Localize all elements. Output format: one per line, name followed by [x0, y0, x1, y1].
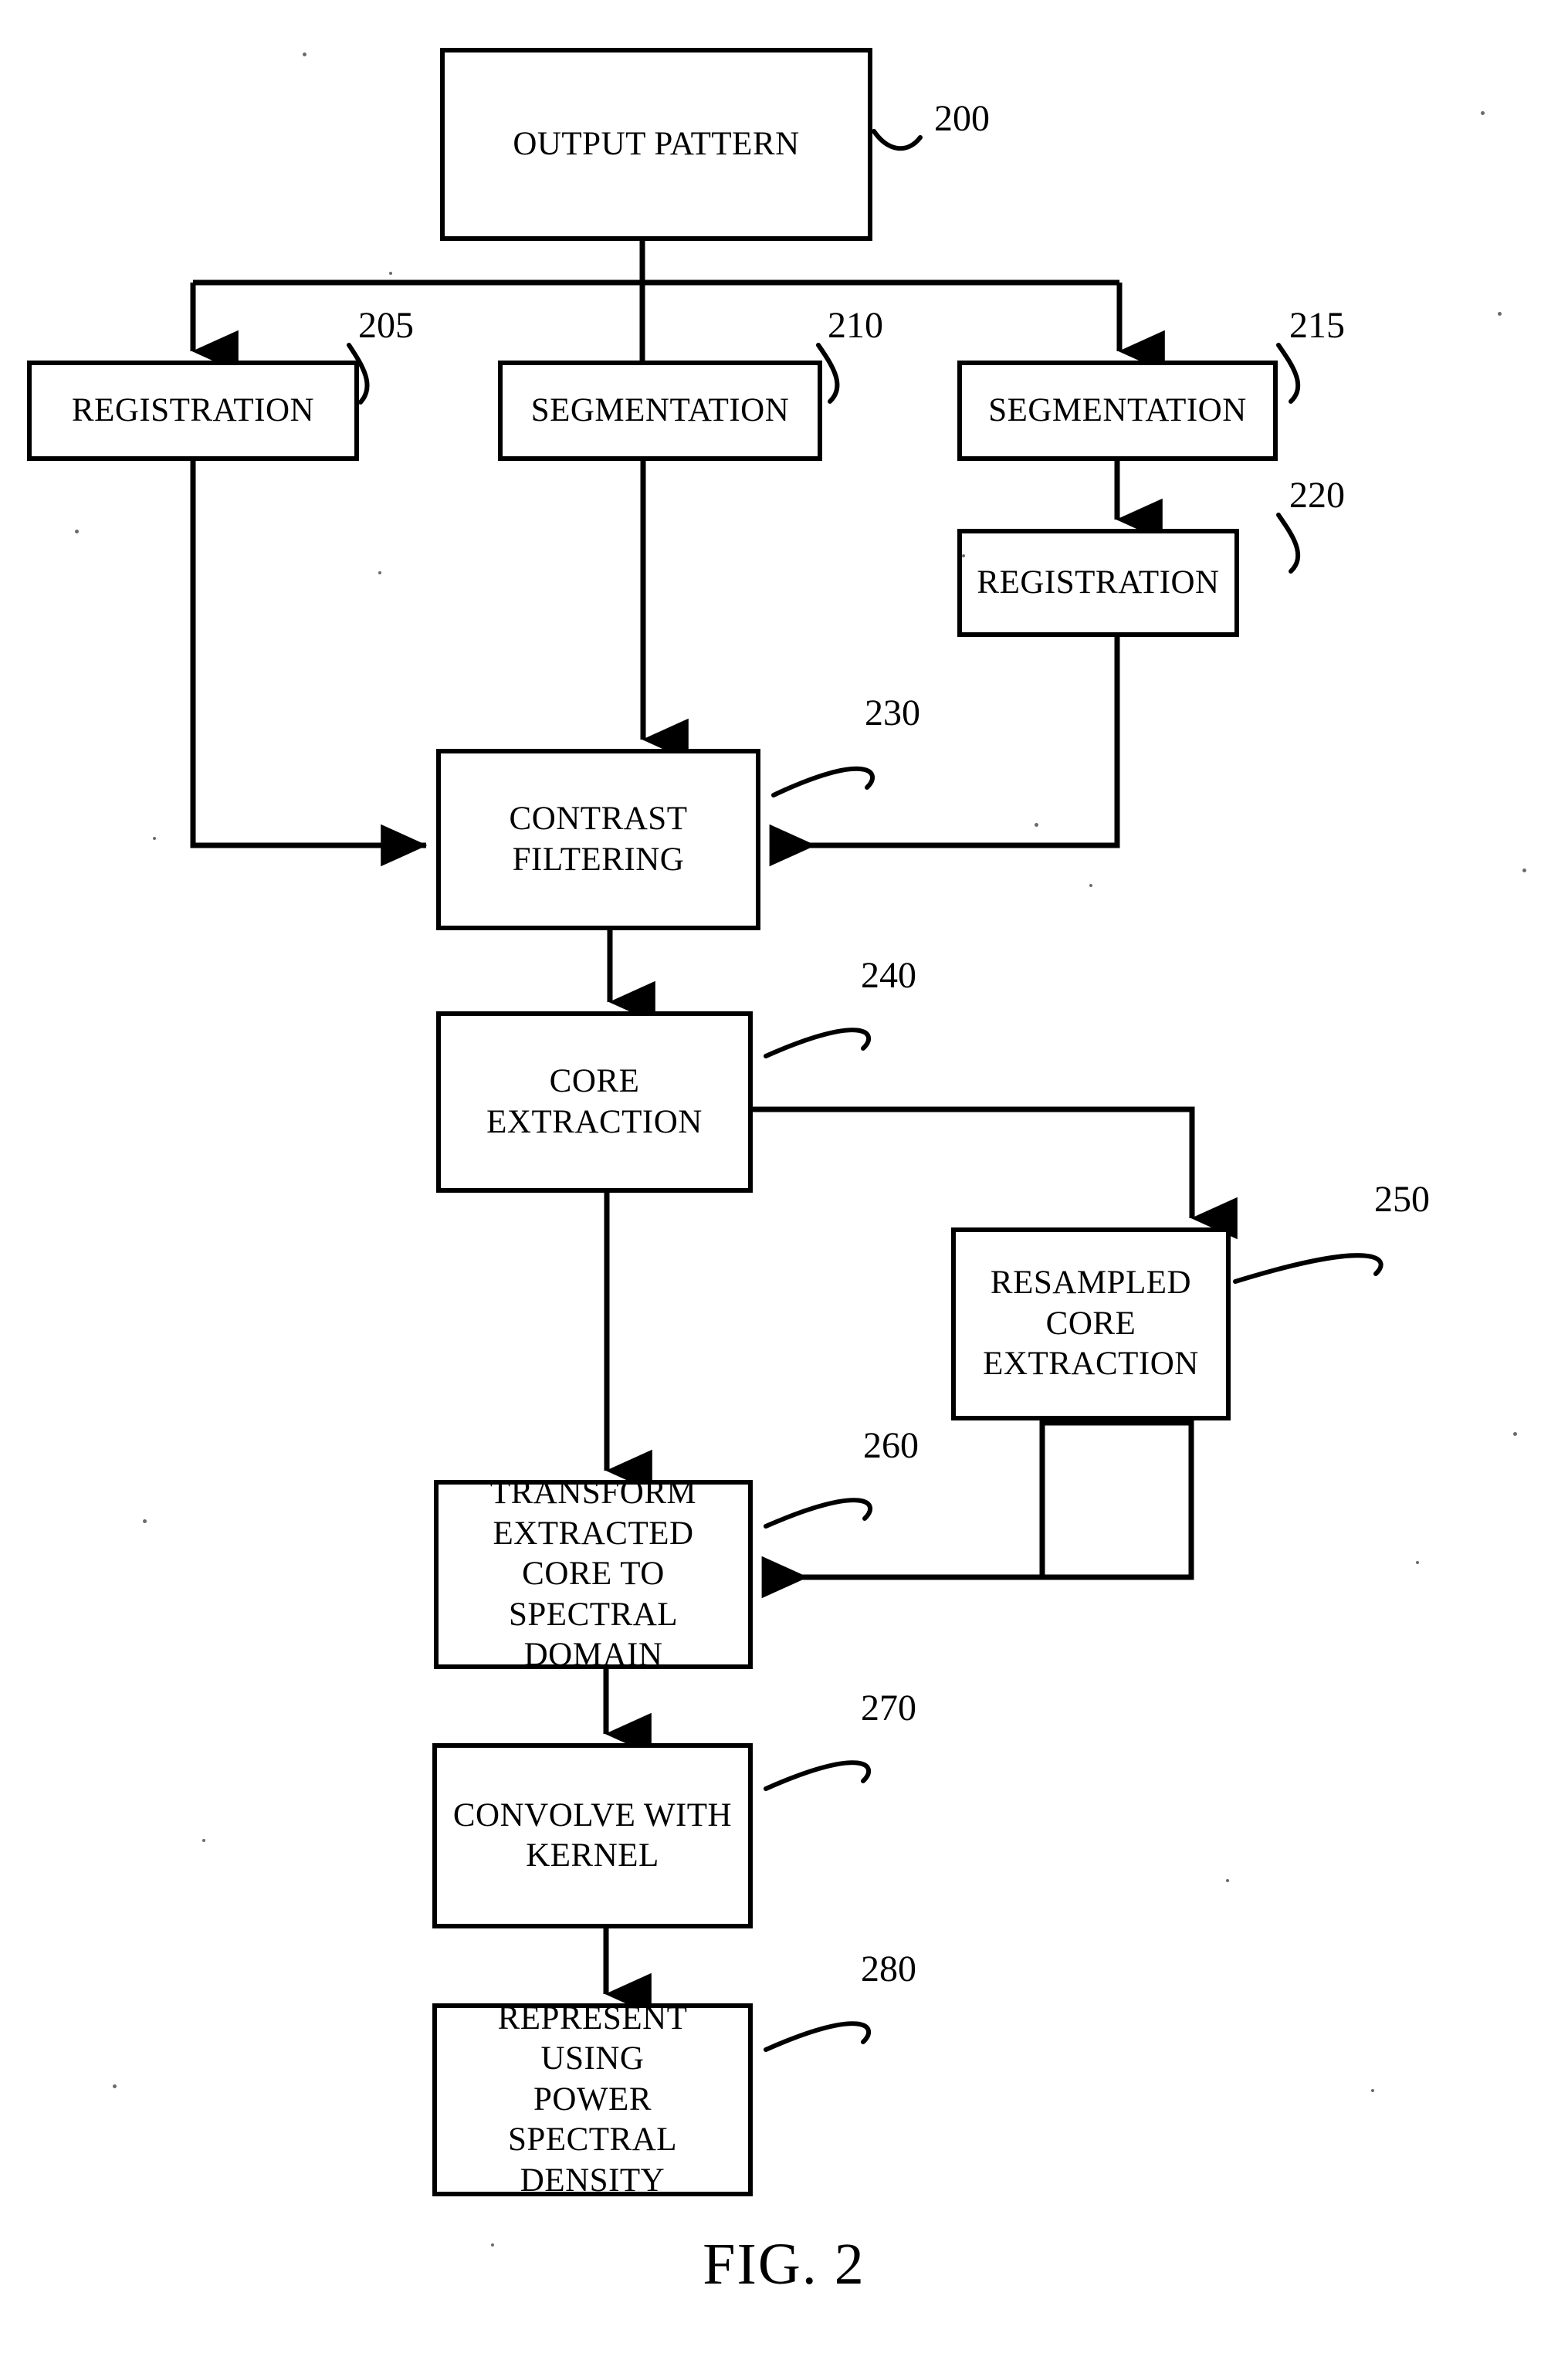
- leader-260: [764, 1498, 873, 1529]
- node-core-extraction-label: CORE EXTRACTION: [486, 1063, 703, 1140]
- patent-figure: OUTPUT PATTERN 200 REGISTRATION 205 SEGM…: [0, 0, 1568, 2360]
- figure-caption: FIG. 2: [703, 2232, 865, 2297]
- leader-215: [1276, 343, 1301, 404]
- node-registration-left-label: REGISTRATION: [71, 391, 315, 428]
- scan-speck: [153, 837, 156, 840]
- node-output-pattern[interactable]: OUTPUT PATTERN: [440, 48, 872, 241]
- leader-250: [1233, 1253, 1383, 1284]
- scan-speck: [113, 2084, 117, 2088]
- node-convolve-with-kernel-label: CONVOLVE WITH KERNEL: [452, 1796, 733, 1874]
- leader-240: [764, 1028, 872, 1058]
- scan-speck: [1513, 1432, 1517, 1436]
- ref-number-260: 260: [863, 1425, 919, 1466]
- scan-speck: [75, 530, 79, 533]
- scan-speck: [1089, 884, 1092, 887]
- connector-205-to-230-line: [190, 461, 428, 867]
- scan-speck: [303, 52, 306, 56]
- node-represent-psd-label: REPRESENT USING POWER SPECTRAL DENSITY: [497, 1999, 688, 2199]
- node-transform-spectral-domain[interactable]: TRANSFORM EXTRACTED CORE TO SPECTRAL DOM…: [434, 1475, 753, 1673]
- node-resampled-core-extraction-label: RESAMPLED CORE EXTRACTION: [983, 1265, 1199, 1383]
- node-contrast-filtering-label: CONTRAST FILTERING: [509, 801, 688, 878]
- ref-number-250: 250: [1374, 1179, 1430, 1220]
- ref-number-205: 205: [358, 305, 414, 346]
- scan-speck: [143, 1519, 147, 1523]
- ref-number-280: 280: [861, 1949, 916, 1989]
- leader-200: [872, 129, 923, 151]
- node-resampled-core-extraction[interactable]: RESAMPLED CORE EXTRACTION: [951, 1227, 1231, 1420]
- ref-number-200: 200: [934, 98, 990, 139]
- scan-speck: [1522, 868, 1526, 872]
- ref-number-240: 240: [861, 955, 916, 996]
- ref-number-230: 230: [865, 692, 920, 733]
- leader-280: [764, 2021, 872, 2052]
- node-registration-right-label: REGISTRATION: [977, 564, 1220, 601]
- connector-250-to-260-elbow: [1039, 1420, 1194, 1580]
- leader-220: [1276, 513, 1301, 574]
- node-segmentation-right[interactable]: SEGMENTATION: [957, 361, 1278, 461]
- scan-speck: [1371, 2089, 1374, 2092]
- node-represent-psd[interactable]: REPRESENT USING POWER SPECTRAL DENSITY: [432, 2000, 753, 2199]
- scan-speck: [1035, 823, 1038, 827]
- scan-speck: [1416, 1561, 1419, 1564]
- node-output-pattern-label: OUTPUT PATTERN: [513, 125, 800, 162]
- scan-speck: [389, 272, 392, 275]
- connector-240-to-250-line: [753, 1106, 1238, 1240]
- scan-speck: [378, 571, 381, 574]
- scan-speck: [1226, 1879, 1229, 1882]
- node-registration-right[interactable]: REGISTRATION: [957, 529, 1239, 637]
- leader-230: [771, 766, 875, 797]
- flowchart-connectors: [190, 129, 1383, 2052]
- leader-270: [764, 1760, 872, 1791]
- node-convolve-with-kernel[interactable]: CONVOLVE WITH KERNEL: [432, 1743, 753, 1928]
- ref-number-210: 210: [828, 305, 883, 346]
- scan-speck: [1498, 312, 1502, 316]
- scan-speck: [202, 1839, 205, 1842]
- scan-speck: [1481, 111, 1485, 115]
- ref-number-220: 220: [1289, 475, 1345, 516]
- scan-speck: [962, 554, 965, 557]
- node-segmentation-middle-label: SEGMENTATION: [530, 391, 790, 428]
- node-core-extraction[interactable]: CORE EXTRACTION: [436, 1011, 753, 1193]
- ref-number-215: 215: [1289, 305, 1345, 346]
- ref-number-270: 270: [861, 1688, 916, 1729]
- node-segmentation-middle[interactable]: SEGMENTATION: [498, 361, 822, 461]
- node-segmentation-right-label: SEGMENTATION: [988, 391, 1247, 428]
- node-registration-left[interactable]: REGISTRATION: [27, 361, 359, 461]
- connector-220-to-230-line: [769, 637, 1120, 867]
- scan-speck: [491, 2243, 494, 2247]
- node-contrast-filtering[interactable]: CONTRAST FILTERING: [436, 749, 760, 930]
- node-transform-spectral-domain-label: TRANSFORM EXTRACTED CORE TO SPECTRAL DOM…: [489, 1475, 697, 1674]
